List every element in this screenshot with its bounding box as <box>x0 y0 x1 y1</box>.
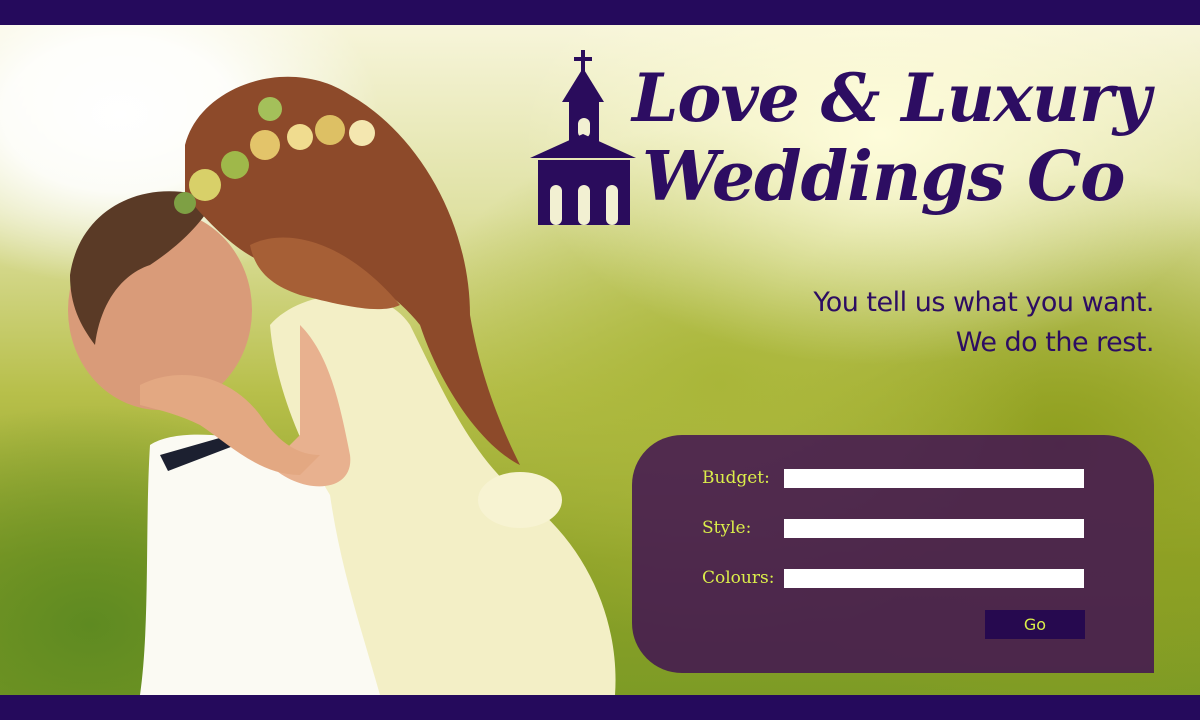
bottom-banner-bar <box>0 695 1200 720</box>
tagline-line2: We do the rest. <box>955 327 1155 358</box>
style-label: Style: <box>702 518 752 538</box>
brand-name-line2: Weddings Co <box>642 137 1125 217</box>
preferences-form: Budget: Style: Colours: Go <box>632 435 1154 673</box>
colours-input[interactable] <box>784 569 1084 588</box>
top-banner-bar <box>0 0 1200 25</box>
brand-name-line1: Love & Luxury <box>632 59 1151 137</box>
go-button[interactable]: Go <box>985 610 1085 639</box>
budget-label: Budget: <box>702 468 770 488</box>
hero-photo: Love & Luxury Weddings Co You tell us wh… <box>0 25 1200 695</box>
colours-label: Colours: <box>702 568 775 588</box>
tagline: You tell us what you want. We do the res… <box>813 283 1154 363</box>
tagline-line1: You tell us what you want. <box>813 287 1154 318</box>
budget-input[interactable] <box>784 469 1084 488</box>
style-input[interactable] <box>784 519 1084 538</box>
church-logo-icon <box>530 50 636 225</box>
brand-logo-text: Love & Luxury Weddings Co <box>632 63 1192 263</box>
